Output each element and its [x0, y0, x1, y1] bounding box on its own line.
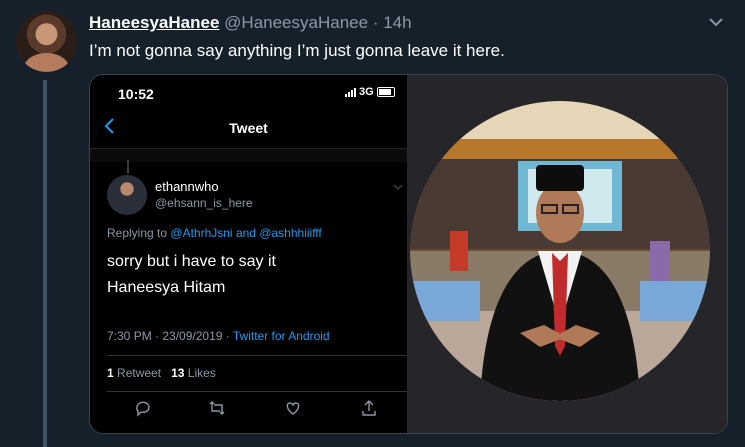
meta-divider — [107, 355, 407, 356]
like-count: 13 — [171, 366, 185, 380]
status-time: 10:52 — [118, 86, 154, 102]
heart-icon — [286, 402, 300, 415]
author-handle[interactable]: @HaneesyaHanee — [224, 13, 368, 32]
thread-line — [43, 80, 47, 447]
replying-to: Replying to @AthrhJsni and @ashhhiiifff — [107, 226, 322, 240]
chevron-down-icon[interactable] — [707, 15, 725, 29]
reply-text: sorry but i have to say it Haneesya Hita… — [107, 249, 276, 301]
header-separator: · — [372, 13, 379, 32]
network-label: 3G — [359, 86, 374, 98]
reply-stats: 1 Retweet 13 Likes — [107, 366, 216, 380]
tweet-header: HaneesyaHanee @HaneesyaHanee · 14h — [89, 12, 412, 34]
retweet-count: 1 — [107, 366, 114, 380]
reply-meta: 7:30 PM · 23/09/2019 · Twitter for Andro… — [107, 329, 330, 343]
screenshot-image[interactable]: 10:52 3G Tweet ethannwho @ehsann_is_here… — [90, 75, 407, 433]
reply-action-bar — [90, 399, 407, 421]
reply-line-1: sorry but i have to say it — [107, 253, 276, 270]
reply-source: Twitter for Android — [232, 329, 330, 343]
mention-1: @AthrhJsni — [170, 226, 233, 240]
tweet-media[interactable]: 10:52 3G Tweet ethannwho @ehsann_is_here… — [89, 74, 728, 434]
mention-2: @ashhhiiifff — [259, 226, 322, 240]
reply-name: ethannwho — [155, 179, 219, 194]
like-label: Likes — [187, 366, 216, 380]
reply-avatar — [107, 175, 147, 215]
stats-divider — [107, 391, 407, 392]
profile-photo-panel[interactable] — [407, 75, 727, 433]
graduation-photo — [410, 101, 710, 401]
reply-handle: @ehsann_is_here — [155, 196, 253, 210]
retweet-icon — [209, 401, 225, 415]
tweet-text: I’m not gonna say anything I’m just gonn… — [89, 41, 505, 60]
retweet-label: Retweet — [117, 366, 162, 380]
reply-chevron-icon — [393, 184, 403, 191]
nav-title: Tweet — [229, 120, 268, 136]
reply-line-2: Haneesya Hitam — [107, 279, 226, 296]
status-bar-right: 3G — [345, 86, 395, 98]
author-avatar[interactable] — [16, 11, 77, 72]
section-gap — [90, 149, 407, 162]
battery-icon — [376, 87, 395, 97]
signal-icon — [345, 87, 356, 97]
author-display-name[interactable]: HaneesyaHanee — [89, 13, 219, 32]
mention-and: and — [235, 226, 256, 240]
tweet-timestamp[interactable]: 14h — [383, 13, 411, 32]
reply-icon — [136, 401, 150, 417]
reply-thread-line — [127, 160, 129, 174]
share-icon — [362, 400, 376, 416]
